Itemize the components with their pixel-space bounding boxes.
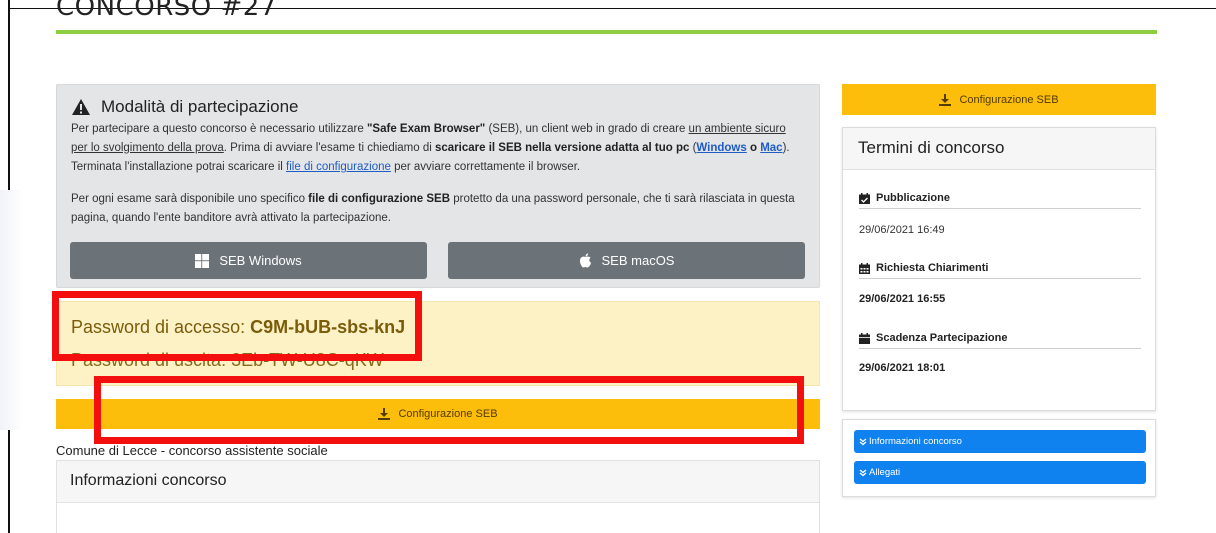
seb-config-highlight-box [94, 376, 804, 444]
config-file-link[interactable]: file di configurazione [286, 161, 391, 173]
apple-icon [579, 253, 591, 268]
seb-windows-button[interactable]: SEB Windows [70, 242, 427, 279]
calendar-icon [859, 262, 870, 274]
info-accordion-label: Informazioni concorso [869, 436, 962, 447]
download-icon [939, 93, 952, 106]
term-value-publication: 29/06/2021 16:49 [859, 224, 945, 236]
term-label-clarifications: Richiesta Chiarimenti [859, 262, 1141, 279]
terms-card: Termini di concorso Pubblicazione 29/06/… [842, 127, 1156, 411]
side-shade [0, 190, 24, 430]
notice-header: Modalità di partecipazione [71, 97, 805, 117]
notice-paragraph-1: Per partecipare a questo concorso è nece… [71, 123, 790, 173]
calendar-solid-icon [859, 332, 870, 344]
config-file-bold: file di configurazione SEB [308, 193, 451, 205]
seb-windows-label: SEB Windows [219, 253, 302, 268]
notice-title: Modalità di partecipazione [101, 97, 299, 116]
page-title: CONCORSO #27 [56, 0, 277, 22]
info-card-title: Informazioni concorso [57, 461, 819, 503]
download-instruction: scaricare il SEB nella versione adatta a… [434, 142, 690, 154]
seb-config-side-label: Configurazione SEB [959, 93, 1059, 106]
info-card: Informazioni concorso [56, 460, 820, 533]
double-chevron-down-icon [859, 468, 867, 477]
mac-link[interactable]: Mac [760, 142, 782, 154]
terms-title: Termini di concorso [843, 128, 1155, 170]
calendar-check-icon [859, 192, 870, 204]
password-highlight-box [52, 291, 422, 361]
term-label-deadline: Scadenza Partecipazione [859, 332, 1141, 349]
notice-paragraph-2: Per ogni esame sarà disponibile uno spec… [71, 193, 795, 224]
title-underline [56, 30, 1157, 34]
seb-macos-label: SEB macOS [601, 253, 675, 268]
attachments-accordion-label: Allegati [869, 467, 901, 478]
competition-subtitle: Comune di Lecce - concorso assistente so… [56, 443, 328, 458]
seb-name: "Safe Exam Browser" [366, 123, 486, 135]
term-value-deadline: 29/06/2021 18:01 [859, 362, 946, 374]
term-value-clarifications: 29/06/2021 16:55 [859, 293, 946, 305]
double-chevron-down-icon [859, 437, 867, 446]
windows-icon [195, 253, 210, 268]
seb-macos-button[interactable]: SEB macOS [448, 242, 805, 279]
links-card: Informazioni concorso Allegati [842, 419, 1156, 497]
windows-link[interactable]: Windows [696, 142, 746, 154]
info-accordion-button[interactable]: Informazioni concorso [854, 430, 1146, 453]
attachments-accordion-button[interactable]: Allegati [854, 461, 1146, 484]
warning-icon [72, 99, 90, 115]
seb-config-side-button[interactable]: Configurazione SEB [842, 84, 1156, 115]
term-label-publication: Pubblicazione [859, 192, 1141, 209]
